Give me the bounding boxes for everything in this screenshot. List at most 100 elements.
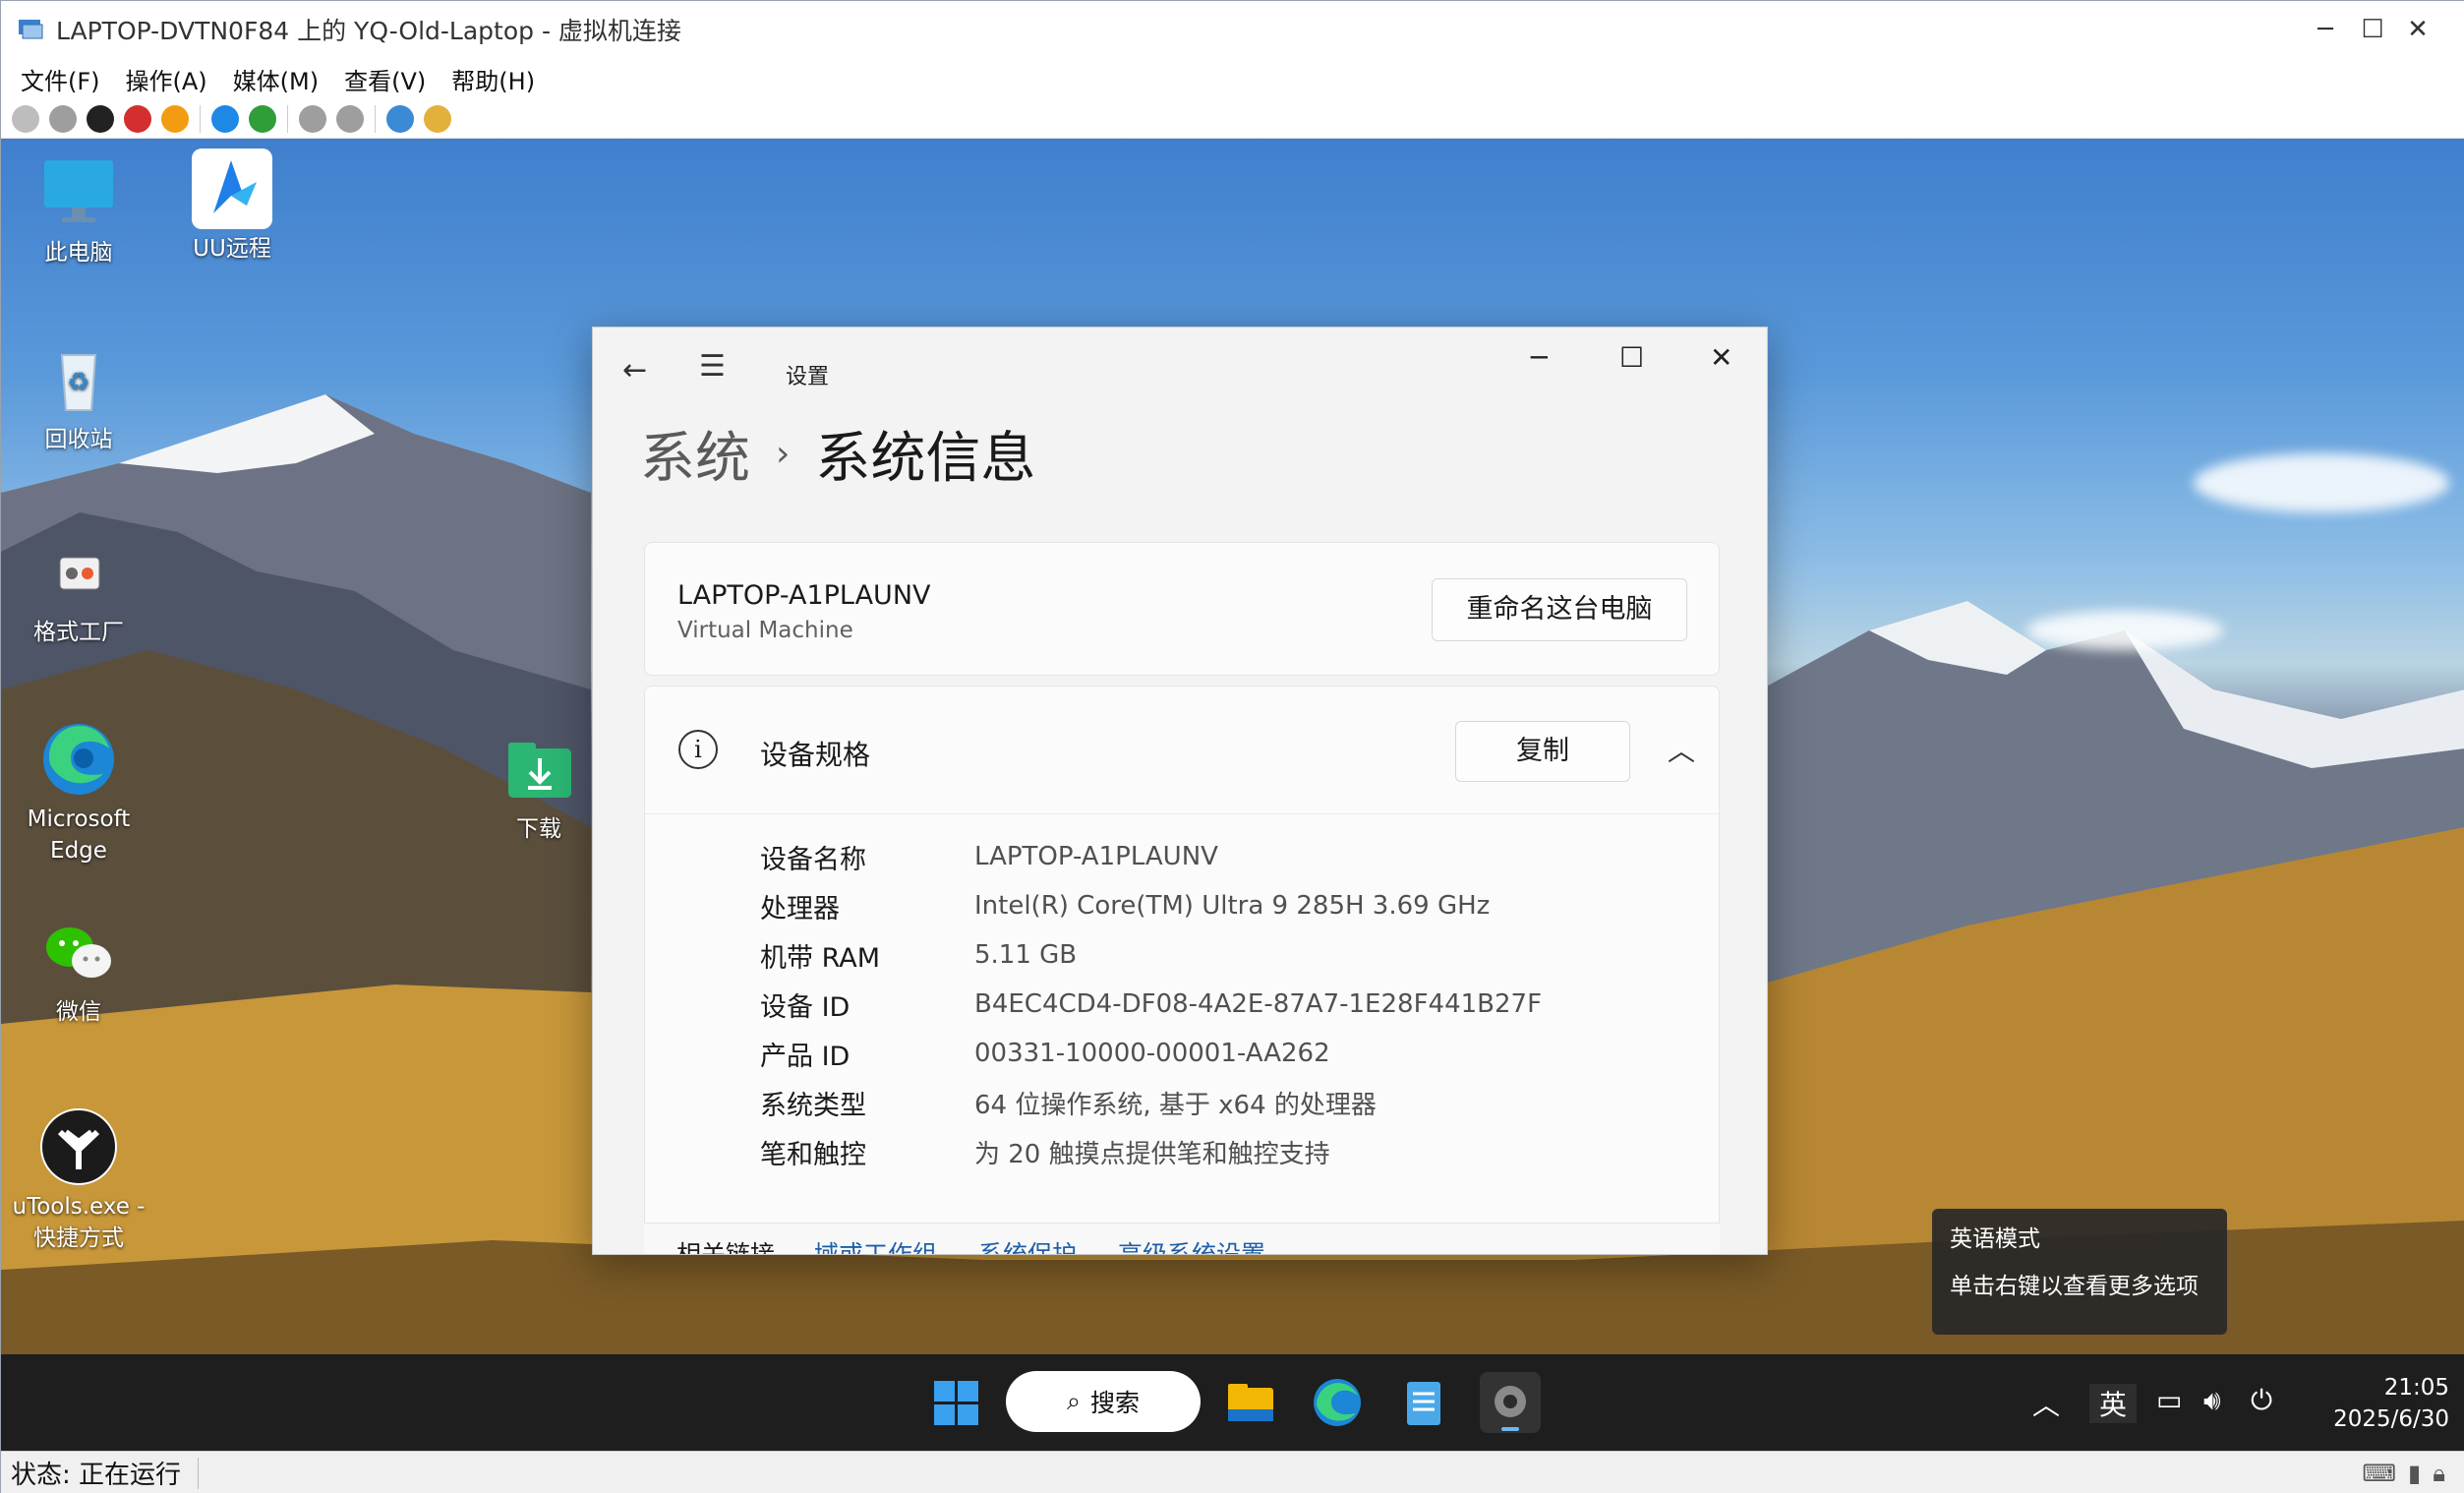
menu-action[interactable]: 操作(A) (126, 62, 207, 96)
shutdown-button[interactable] (124, 104, 151, 133)
title-bar: LAPTOP-DVTN0F84 上的 YQ-Old-Laptop - 虚拟机连接… (1, 1, 2464, 58)
vm-connect-icon (17, 18, 46, 41)
domain-workgroup-link[interactable]: 域或工作组 (814, 1235, 937, 1255)
mouse-status-icon: ▮ (2408, 1460, 2422, 1487)
enhanced-session-button[interactable] (386, 104, 414, 133)
chevron-up-icon[interactable]: ︿ (1668, 730, 1695, 769)
spec-value: 00331-10000-00001-AA262 (974, 1039, 1330, 1068)
battery-icon[interactable]: ⏻ (2251, 1384, 2272, 1417)
settings-maximize-button[interactable]: ☐ (1619, 341, 1644, 374)
recycle-bin-icon: ♻ (38, 339, 119, 420)
menu-help[interactable]: 帮助(H) (451, 62, 535, 96)
taskbar-search[interactable]: ⌕ 搜索 (1006, 1371, 1201, 1432)
spec-row: 处理器 Intel(R) Core(TM) Ultra 9 285H 3.69 G… (760, 881, 1542, 930)
rename-pc-button[interactable]: 重命名这台电脑 (1432, 578, 1687, 641)
gear-icon (1495, 1386, 1526, 1431)
desktop-icon-recycle-bin[interactable]: ♻ 回收站 (5, 339, 152, 455)
save-button[interactable] (161, 104, 189, 133)
breadcrumb: 系统 › 系统信息 (640, 414, 1035, 494)
edge-icon (38, 719, 119, 800)
system-protection-link[interactable]: 系统保护 (978, 1235, 1077, 1255)
folder-icon (1228, 1384, 1273, 1421)
spec-row: 笔和触控 为 20 触摸点提供笔和触控支持 (760, 1127, 1542, 1176)
ime-tooltip-mode: 英语模式 (1950, 1226, 2040, 1252)
desktop-icon-label: 微信 (56, 999, 101, 1025)
notepad-button[interactable] (1393, 1372, 1454, 1433)
spec-key: 笔和触控 (760, 1139, 866, 1170)
close-button[interactable]: ✕ (2373, 1, 2463, 58)
breadcrumb-separator: › (776, 434, 791, 474)
desktop-icon-wechat[interactable]: 微信 (5, 912, 152, 1028)
svg-text:♻: ♻ (67, 368, 89, 397)
desktop-icon-microsoft-edge[interactable]: Microsoft Edge (5, 719, 152, 866)
close-icon: ✕ (2407, 15, 2429, 44)
menu-file[interactable]: 文件(F) (21, 62, 100, 96)
settings-window: ← ☰ 设置 ─ ☐ ✕ 系统 › 系统信息 LAPTOP-A1PLAUNV V… (592, 327, 1768, 1255)
spec-row: 系统类型 64 位操作系统, 基于 x64 的处理器 (760, 1078, 1542, 1127)
windows-logo-icon (934, 1381, 978, 1425)
settings-taskbar-button[interactable] (1480, 1372, 1541, 1433)
checkpoint-button[interactable] (299, 104, 326, 133)
pause-button[interactable] (211, 104, 239, 133)
desktop-icon-label: 此电脑 (44, 240, 113, 266)
desktop-icon-label: uTools.exe - 快捷方式 (12, 1194, 146, 1251)
status-bar: 状态: 正在运行 ⌨ ▮ 🔒︎ (1, 1451, 2464, 1493)
share-button[interactable] (424, 104, 451, 133)
copy-button[interactable]: 复制 (1455, 721, 1630, 782)
breadcrumb-system[interactable]: 系统 (640, 414, 750, 494)
show-hidden-icons-chevron-icon[interactable]: ︿ (2032, 1384, 2060, 1423)
start-button[interactable] (49, 104, 77, 133)
settings-close-button[interactable]: ✕ (1710, 341, 1732, 374)
spec-key: 系统类型 (760, 1090, 866, 1121)
desktop-icon-downloads[interactable]: 下载 (465, 729, 613, 845)
spec-row: 机带 RAM 5.11 GB (760, 930, 1542, 980)
clock-date: 2025/6/30 (2333, 1406, 2449, 1432)
desktop-icon-label: 下载 (516, 816, 561, 842)
monitor-icon (38, 152, 119, 233)
desktop-icon-utools[interactable]: uTools.exe - 快捷方式 (5, 1106, 152, 1254)
device-specs-card: i 设备规格 复制 ︿ 设备名称 LAPTOP-A1PLAUNV 处理器 Intel(… (644, 686, 1720, 1254)
spec-key: 设备名称 (760, 844, 866, 875)
menu-bar: 文件(F) 操作(A) 媒体(M) 查看(V) 帮助(H) (1, 58, 2464, 99)
advanced-system-settings-link[interactable]: 高级系统设置 (1118, 1235, 1265, 1255)
start-button[interactable] (925, 1372, 986, 1433)
pc-name-card: LAPTOP-A1PLAUNV Virtual Machine 重命名这台电脑 (644, 542, 1720, 676)
ime-tooltip-hint: 单击右键以查看更多选项 (1950, 1274, 2199, 1299)
settings-minimize-button[interactable]: ─ (1531, 341, 1548, 374)
taskbar: ⌕ 搜索 ︿ 英 ▭ 🔊︎ ⏻ 21:05 2025/6/30 (1, 1354, 2464, 1451)
spec-value: Intel(R) Core(TM) Ultra 9 285H 3.69 GHz (974, 891, 1491, 921)
clock-time: 21:05 (2383, 1375, 2449, 1401)
spec-row: 产品 ID 00331-10000-00001-AA262 (760, 1029, 1542, 1078)
toolbar-separator (375, 104, 376, 133)
format-factory-icon (38, 532, 119, 613)
status-divider (198, 1458, 199, 1489)
menu-media[interactable]: 媒体(M) (233, 62, 319, 96)
hamburger-menu-icon[interactable]: ☰ (699, 349, 726, 384)
desktop-icon-format-factory[interactable]: 格式工厂 (5, 532, 152, 648)
taskbar-clock[interactable]: 21:05 2025/6/30 (2312, 1372, 2449, 1435)
spec-value: 为 20 触摸点提供笔和触控支持 (974, 1139, 1330, 1169)
settings-titlebar: ← ☰ 设置 ─ ☐ ✕ (593, 328, 1767, 389)
spec-row: 设备 ID B4EC4CD4-DF08-4A2E-87A7-1E28F441B27… (760, 980, 1542, 1029)
ctrl-alt-del-button[interactable] (12, 104, 39, 133)
resume-button[interactable] (249, 104, 276, 133)
menu-view[interactable]: 查看(V) (344, 62, 426, 96)
settings-app-title: 设置 (786, 365, 830, 389)
uu-remote-icon (192, 149, 272, 229)
edge-taskbar-button[interactable] (1307, 1372, 1368, 1433)
volume-icon[interactable]: 🔊︎ (2203, 1384, 2221, 1417)
related-links: 相关链接 域或工作组 系统保护 高级系统设置 (644, 1223, 1720, 1255)
back-arrow-icon[interactable]: ← (622, 353, 647, 388)
page-title: 系统信息 (815, 427, 1036, 491)
desktop-icon-label: 回收站 (44, 427, 113, 452)
spec-key: 设备 ID (760, 991, 851, 1023)
turn-off-button[interactable] (87, 104, 114, 133)
network-icon[interactable]: ▭ (2156, 1384, 2182, 1416)
device-specs-header[interactable]: i 设备规格 复制 ︿ (645, 687, 1719, 814)
ime-indicator[interactable]: 英 (2089, 1384, 2138, 1423)
desktop-icon-label: Microsoft Edge (27, 806, 131, 864)
desktop-icon-this-pc[interactable]: 此电脑 (5, 152, 152, 269)
file-explorer-button[interactable] (1220, 1372, 1281, 1433)
desktop-icon-uu-remote[interactable]: UU远程 (158, 149, 306, 265)
revert-button[interactable] (336, 104, 364, 133)
